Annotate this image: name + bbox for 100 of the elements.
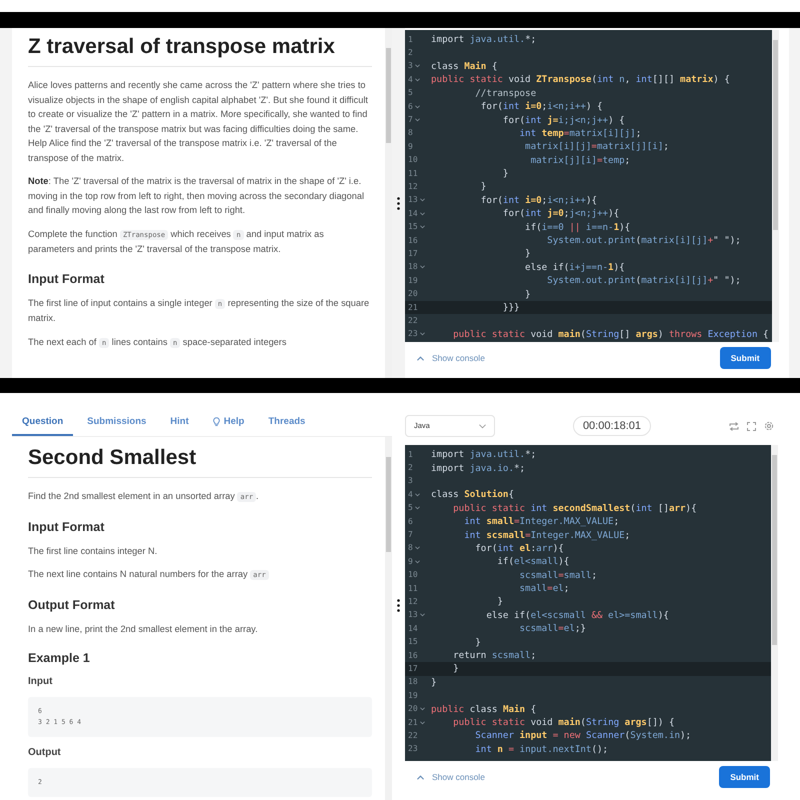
caret-up-icon: [417, 774, 424, 780]
section-heading: Output Format: [28, 596, 116, 612]
code-line: if(i==0 || i==n-1){: [524, 220, 630, 234]
line-number: 4: [408, 74, 413, 86]
scrollbar[interactable]: [385, 437, 392, 800]
line-number: 22: [408, 730, 418, 742]
fold-icon: [420, 332, 425, 336]
line-number: 21: [408, 716, 418, 728]
code-line: import java.util.*;: [431, 448, 536, 462]
line-number: 13: [408, 609, 418, 622]
line-number: 20: [408, 288, 418, 300]
code-line: scsmall=el;}: [518, 622, 586, 636]
code-line: class Solution{: [431, 488, 514, 502]
line-number: 19: [408, 690, 418, 702]
line-number: 4: [408, 488, 413, 501]
paragraph: Alice loves patterns and recently she came across the 'Z' pattern where she tries to visualize objects in the shape of english capital alphabet 'Z'. But she found it difficult to create or visualize the 'Z' pattern in a matrix. More specifically, she wanted to find the 'Z' traversal of the transpose matrix but was facing difficulties doing the same. Help Alice find the 'Z' traversal of the transpose matrix i.e. 'Z' traversal of the transpose of the matrix.: [28, 79, 369, 165]
fold-icon: [420, 225, 425, 230]
code-line: int n = input.nextInt();: [474, 742, 608, 756]
line-number: 16: [408, 234, 418, 247]
line-number: 3: [408, 475, 413, 488]
code-line: }: [452, 662, 459, 676]
swap-icon: [729, 422, 739, 430]
fullscreen-icon: [747, 422, 756, 430]
line-number: 15: [408, 636, 418, 648]
fold-icon: [420, 707, 425, 712]
problem-title: Second Smallest: [28, 445, 372, 478]
line-number: 11: [408, 582, 418, 595]
fold-icon: [414, 546, 420, 550]
show-console-button[interactable]: Show console: [417, 770, 485, 784]
code-line: int scsmall=Integer.MAX_VALUE;: [463, 528, 630, 542]
tab[interactable]: Help: [202, 410, 254, 436]
line-number: 10: [408, 154, 418, 166]
scrollbar[interactable]: [385, 28, 392, 378]
code-line: if(el<small){: [496, 555, 570, 568]
line-number: 6: [408, 100, 413, 113]
line-number: 9: [408, 140, 413, 153]
paragraph: In a new line, print the 2nd smallest element in the array.: [28, 622, 259, 636]
line-number: 7: [408, 529, 413, 542]
chevron-down-icon: [479, 424, 486, 428]
submit-button[interactable]: Submit: [720, 347, 771, 369]
show-console-button[interactable]: Show console: [417, 352, 485, 364]
scrollbar-thumb[interactable]: [772, 40, 778, 230]
drag-handle-icon: [397, 196, 400, 210]
line-number: 11: [408, 168, 418, 180]
line-number: 5: [408, 502, 413, 514]
scrollbar-thumb[interactable]: [386, 457, 391, 552]
fold-icon: [420, 720, 425, 724]
line-number: 2: [408, 462, 413, 474]
scrollbar-thumb[interactable]: [386, 48, 391, 143]
code-line: }: [502, 167, 508, 180]
code-line: int small=Integer.MAX_VALUE;: [463, 515, 620, 528]
line-number: 12: [408, 596, 418, 608]
scrollbar-thumb[interactable]: [772, 455, 777, 645]
fold-icon: [414, 560, 420, 564]
drag-handle-icon: [397, 599, 400, 612]
section-heading: Example 1: [28, 650, 91, 666]
line-number: 23: [408, 328, 418, 340]
section-subheading: Input: [28, 675, 54, 689]
code-line: matrix[i][j]=matrix[j][i];: [524, 140, 669, 154]
fold-icon: [414, 104, 420, 109]
submit-button[interactable]: Submit: [719, 766, 770, 788]
code-line: System.out.print(matrix[i][j]+" ");: [546, 274, 741, 288]
section-heading: Input Format: [28, 518, 106, 534]
fold-icon: [414, 118, 420, 122]
code-line: }: [431, 676, 437, 689]
line-number: 17: [408, 248, 418, 260]
line-number: 18: [408, 261, 418, 274]
code-line: import java.util.*;: [431, 33, 536, 46]
fold-icon: [414, 78, 420, 82]
line-number: 6: [408, 516, 413, 528]
tab[interactable]: Submissions: [77, 410, 156, 436]
code-line: for(int i=0;i<n;i++){: [480, 194, 598, 207]
line-number: 23: [408, 743, 418, 756]
code-line: public static void main(String[] args) throws Exception {: [452, 328, 769, 341]
settings-icon: [764, 421, 774, 431]
section-subheading: Output: [28, 746, 62, 760]
code-line: else if(i+j==n-1){: [524, 260, 625, 274]
fold-icon: [420, 613, 425, 618]
code-line: }: [524, 288, 531, 301]
tab[interactable]: Hint: [160, 410, 199, 436]
line-number: 21: [408, 302, 418, 314]
line-number: 16: [408, 650, 418, 662]
fold-icon: [414, 506, 420, 510]
line-number: 17: [408, 662, 418, 675]
caret-up-icon: [417, 356, 424, 360]
code-line: }: [474, 636, 481, 649]
code-line: System.out.print(matrix[i][j]+" ");: [546, 234, 741, 248]
scrollbar[interactable]: [772, 30, 779, 342]
line-number: 10: [408, 569, 418, 582]
line-number: 18: [408, 676, 418, 688]
code-line: //transpose: [474, 86, 536, 100]
scrollbar[interactable]: [771, 445, 778, 761]
line-number: 9: [408, 556, 413, 568]
tab[interactable]: Threads: [258, 410, 316, 436]
code-line: public static void ZTranspose(int n, int[][] matrix) {: [431, 73, 730, 86]
line-number: 3: [408, 60, 413, 72]
code-line: class Main {: [431, 60, 498, 73]
fold-icon: [414, 64, 420, 68]
line-number: 13: [408, 194, 418, 206]
line-number: 2: [408, 47, 413, 60]
